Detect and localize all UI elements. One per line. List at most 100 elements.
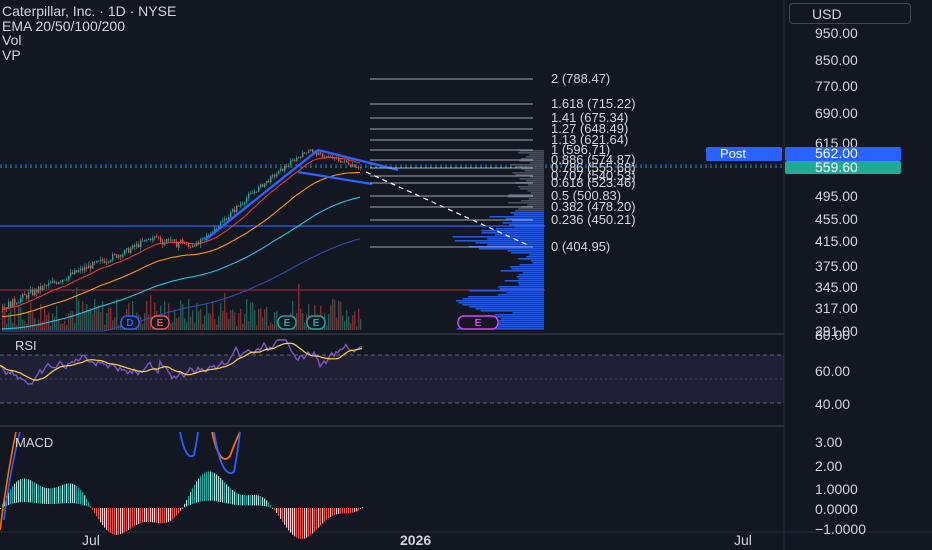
candle[interactable]: [318, 152, 320, 156]
candle[interactable]: [248, 193, 250, 199]
candle[interactable]: [54, 281, 56, 283]
candle[interactable]: [252, 192, 254, 194]
candle[interactable]: [106, 261, 108, 263]
candle[interactable]: [20, 297, 22, 303]
candle[interactable]: [90, 265, 92, 269]
candle[interactable]: [326, 156, 328, 157]
candle[interactable]: [40, 286, 42, 291]
candle[interactable]: [88, 265, 90, 269]
candle[interactable]: [10, 301, 12, 307]
candle[interactable]: [100, 259, 102, 261]
candle[interactable]: [250, 192, 252, 194]
candle[interactable]: [60, 281, 62, 283]
candle[interactable]: [16, 303, 18, 305]
candle[interactable]: [264, 183, 266, 187]
candle[interactable]: [28, 292, 30, 299]
candle[interactable]: [222, 220, 224, 223]
candle[interactable]: [254, 191, 256, 193]
candle[interactable]: [284, 166, 286, 171]
candle[interactable]: [140, 240, 142, 248]
candle[interactable]: [96, 260, 98, 263]
candle[interactable]: [262, 184, 264, 187]
candle[interactable]: [282, 168, 284, 171]
candle[interactable]: [68, 275, 70, 280]
candle[interactable]: [258, 186, 260, 192]
candle[interactable]: [274, 175, 276, 177]
candle[interactable]: [112, 254, 114, 261]
candle[interactable]: [94, 262, 96, 263]
candle[interactable]: [128, 248, 130, 253]
candle[interactable]: [38, 286, 40, 293]
candle[interactable]: [270, 176, 272, 183]
volume-profile-label[interactable]: VP: [2, 47, 176, 63]
candle[interactable]: [356, 167, 358, 169]
candle[interactable]: [322, 153, 324, 157]
candle[interactable]: [310, 149, 312, 152]
candle[interactable]: [74, 270, 76, 275]
candle[interactable]: [174, 239, 176, 242]
candle[interactable]: [108, 261, 110, 263]
chart-canvas[interactable]: 2 (788.47)1.618 (715.22)1.41 (675.34)1.2…: [0, 0, 932, 550]
candle[interactable]: [120, 255, 122, 257]
candle[interactable]: [328, 156, 330, 157]
candle[interactable]: [114, 254, 116, 256]
candle[interactable]: [12, 298, 14, 307]
candle[interactable]: [30, 290, 32, 293]
ema-indicator-label[interactable]: EMA 20/50/100/200: [2, 18, 176, 34]
candle[interactable]: [292, 159, 294, 161]
candle[interactable]: [42, 285, 44, 291]
candle[interactable]: [304, 152, 306, 154]
candle[interactable]: [340, 160, 342, 163]
candle[interactable]: [260, 184, 262, 187]
candle[interactable]: [202, 237, 204, 240]
candle[interactable]: [82, 268, 84, 271]
candle[interactable]: [122, 254, 124, 257]
candle[interactable]: [280, 168, 282, 171]
candle[interactable]: [272, 175, 274, 177]
symbol-title[interactable]: Caterpillar, Inc. · 1D · NYSE: [2, 4, 176, 19]
candle[interactable]: [24, 294, 26, 296]
candle[interactable]: [344, 160, 346, 162]
candle[interactable]: [148, 238, 150, 240]
candle[interactable]: [242, 203, 244, 205]
candle[interactable]: [308, 151, 310, 153]
candle[interactable]: [58, 282, 60, 284]
candle[interactable]: [142, 240, 144, 242]
candle[interactable]: [278, 170, 280, 175]
candle[interactable]: [166, 239, 168, 243]
candle[interactable]: [298, 157, 300, 158]
candle[interactable]: [190, 246, 192, 248]
candle[interactable]: [124, 250, 126, 255]
candle[interactable]: [50, 282, 52, 284]
candle[interactable]: [178, 242, 180, 248]
candle[interactable]: [204, 237, 206, 238]
candle[interactable]: [168, 239, 170, 241]
candle[interactable]: [98, 260, 100, 262]
candle[interactable]: [44, 285, 46, 287]
candle[interactable]: [296, 157, 298, 162]
candle[interactable]: [92, 262, 94, 269]
candle[interactable]: [348, 162, 350, 165]
candle[interactable]: [156, 236, 158, 238]
candle[interactable]: [294, 159, 296, 162]
candle[interactable]: [186, 243, 188, 245]
candle[interactable]: [192, 245, 194, 248]
candle[interactable]: [288, 165, 290, 167]
candle[interactable]: [70, 272, 72, 276]
candle[interactable]: [32, 290, 34, 296]
candle[interactable]: [78, 270, 80, 273]
candle[interactable]: [234, 209, 236, 212]
candle[interactable]: [352, 164, 354, 167]
candle[interactable]: [110, 260, 112, 262]
candle[interactable]: [268, 180, 270, 183]
candle[interactable]: [236, 205, 238, 212]
candle[interactable]: [102, 259, 104, 262]
candle[interactable]: [276, 174, 278, 177]
candle[interactable]: [62, 279, 64, 282]
candle[interactable]: [170, 239, 172, 241]
candle[interactable]: [126, 248, 128, 251]
candle[interactable]: [66, 279, 68, 281]
candle[interactable]: [232, 209, 234, 213]
candle[interactable]: [188, 244, 190, 247]
candle[interactable]: [306, 152, 308, 154]
